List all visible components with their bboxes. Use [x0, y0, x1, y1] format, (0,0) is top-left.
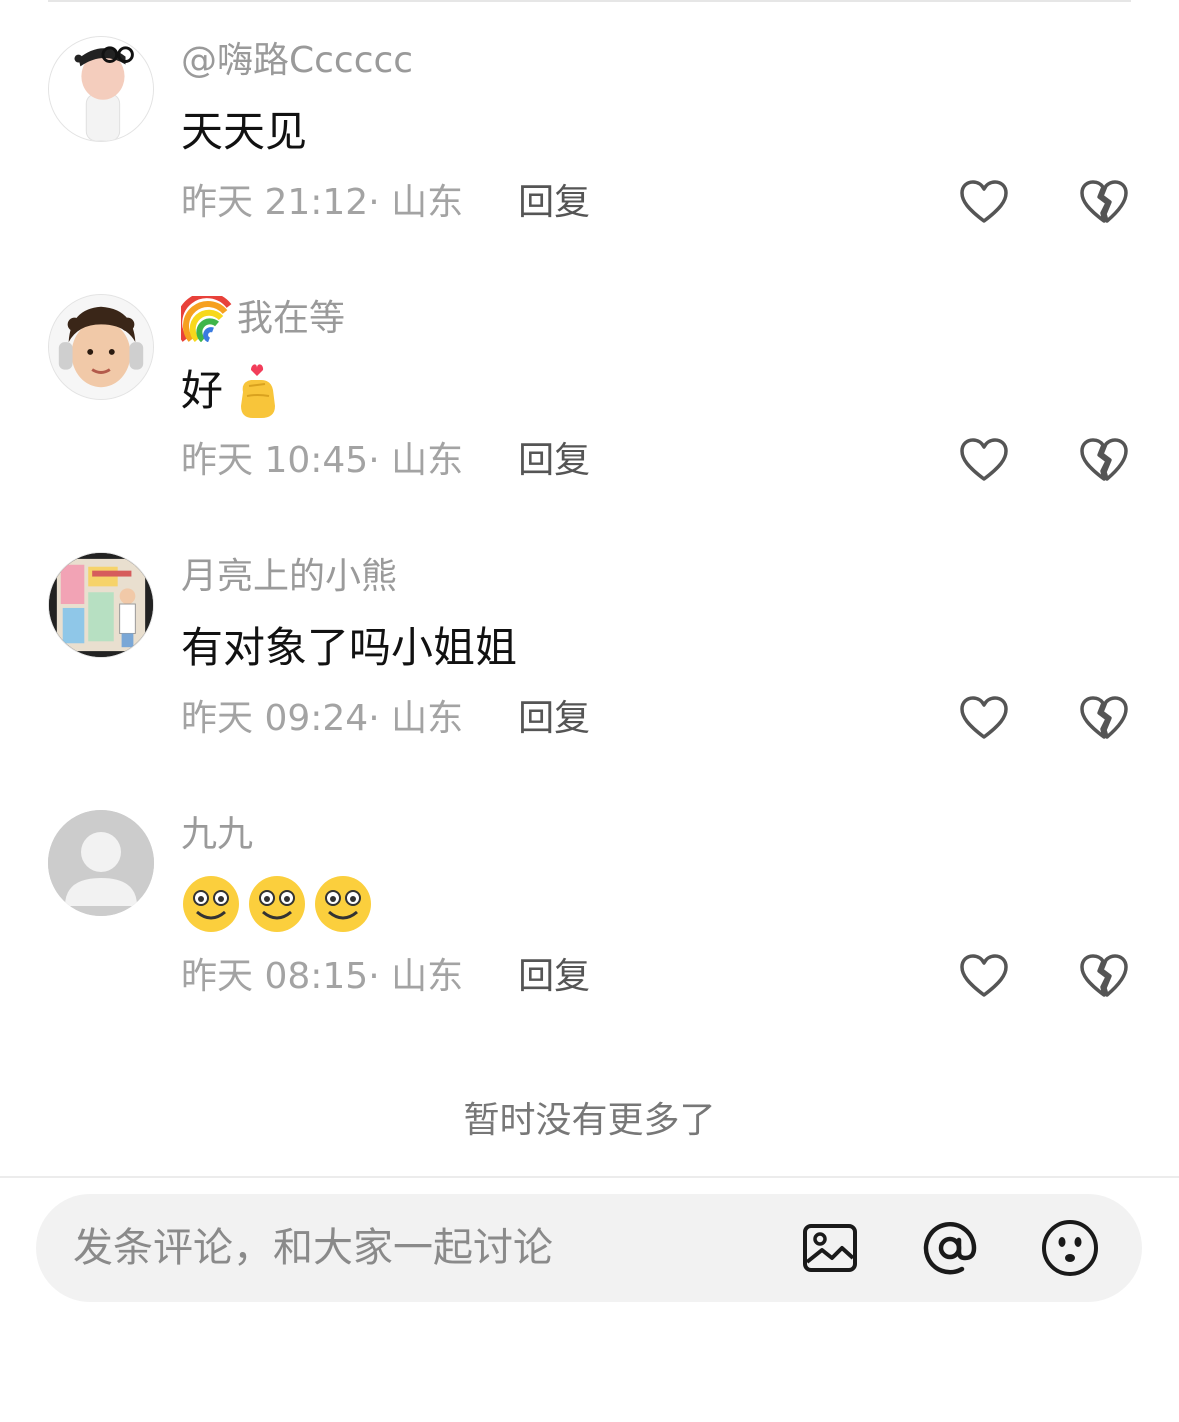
no-more-text: 暂时没有更多了 — [463, 1100, 716, 1141]
smile-emoji — [249, 876, 305, 932]
comment-username[interactable]: 九九 — [181, 812, 253, 858]
avatar[interactable] — [48, 294, 154, 400]
comment-item: 九九 昨天 08:15· 山东 回复 — [0, 774, 1179, 1032]
comment-text-value: 天天见 — [181, 107, 308, 156]
comment-text — [181, 874, 373, 934]
comment-text: 好 — [181, 362, 281, 420]
rainbow-emoji — [181, 296, 232, 342]
smile-emoji — [315, 876, 371, 932]
at-icon[interactable] — [920, 1218, 980, 1278]
comment-username-text: 我在等 — [237, 298, 346, 339]
reply-button[interactable]: 回复 — [518, 694, 590, 744]
comment-text-value: 有对象了吗小姐姐 — [181, 623, 518, 672]
comment-text: 有对象了吗小姐姐 — [181, 620, 517, 676]
finger-heart-emoji — [241, 364, 276, 418]
avatar[interactable] — [48, 36, 154, 142]
comment-username[interactable]: @嗨路Cccccc — [181, 38, 413, 84]
comment-text: 天天见 — [181, 104, 307, 160]
comment-text-value: 好 — [181, 366, 224, 415]
reply-button[interactable]: 回复 — [518, 436, 590, 486]
heart-outline-icon[interactable] — [958, 951, 1010, 1003]
comment-item: @嗨路Cccccc 天天见 昨天 21:12· 山东 回复 — [0, 0, 1179, 258]
comment-item: 月亮上的小熊 有对象了吗小姐姐 昨天 09:24· 山东 回复 — [0, 516, 1179, 774]
smile-emoji — [183, 876, 239, 932]
broken-heart-icon[interactable] — [1078, 693, 1130, 745]
comment-meta: 昨天 21:12· 山东 回复 — [181, 178, 590, 228]
comment-time-location: 昨天 21:12· 山东 — [181, 182, 464, 223]
heart-outline-icon[interactable] — [958, 435, 1010, 487]
avatar[interactable] — [48, 810, 154, 916]
comment-input-bar[interactable]: 发条评论，和大家一起讨论 — [36, 1194, 1142, 1302]
avatar[interactable] — [48, 552, 154, 658]
image-icon[interactable] — [800, 1218, 860, 1278]
comment-time-location: 昨天 09:24· 山东 — [181, 698, 464, 739]
comment-username[interactable]: 我在等 — [181, 296, 345, 342]
comment-meta: 昨天 08:15· 山东 回复 — [181, 952, 590, 1002]
broken-heart-icon[interactable] — [1078, 177, 1130, 229]
comment-input-placeholder[interactable]: 发条评论，和大家一起讨论 — [73, 1221, 553, 1275]
comment-meta: 昨天 10:45· 山东 回复 — [181, 436, 590, 486]
broken-heart-icon[interactable] — [1078, 951, 1130, 1003]
comment-meta: 昨天 09:24· 山东 回复 — [181, 694, 590, 744]
comment-username[interactable]: 月亮上的小熊 — [181, 554, 397, 600]
heart-outline-icon[interactable] — [958, 693, 1010, 745]
broken-heart-icon[interactable] — [1078, 435, 1130, 487]
comment-time-location: 昨天 08:15· 山东 — [181, 956, 464, 997]
reply-button[interactable]: 回复 — [518, 178, 590, 228]
comment-time-location: 昨天 10:45· 山东 — [181, 440, 464, 481]
emoji-face-icon[interactable] — [1040, 1218, 1100, 1278]
reply-button[interactable]: 回复 — [518, 952, 590, 1002]
comment-item: 我在等 好 昨天 10:45· 山东 回复 — [0, 258, 1179, 516]
heart-outline-icon[interactable] — [958, 177, 1010, 229]
bottom-divider — [0, 1176, 1179, 1178]
